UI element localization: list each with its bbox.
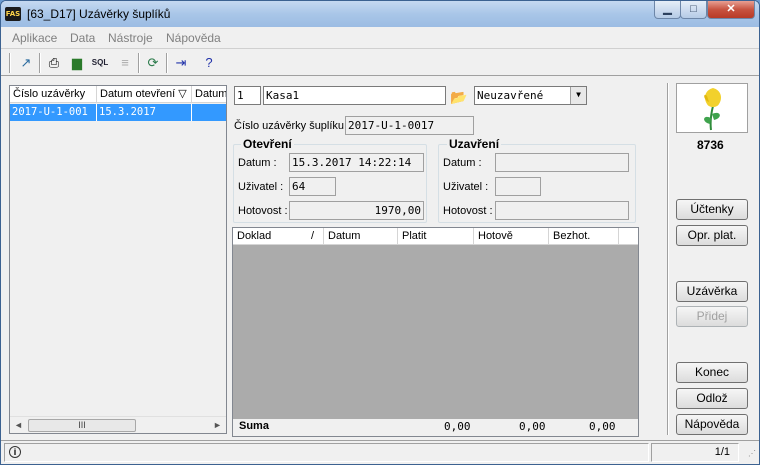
sum-label: Suma <box>239 420 269 432</box>
col-doklad[interactable]: Doklad / <box>233 228 324 245</box>
resize-grip-icon[interactable]: ⋰ <box>748 449 756 458</box>
opening-uzivatel-field[interactable]: 64 <box>289 177 336 196</box>
list-item[interactable]: 2017-U-1-001 15.3.2017 <box>10 104 226 121</box>
sum-bezhot: 0,00 <box>589 420 616 433</box>
toolbar-separator <box>39 53 41 73</box>
toolbar-separator <box>138 53 140 73</box>
col-doklad-label: Doklad <box>237 230 272 242</box>
connect-icon[interactable]: ↗ <box>16 53 36 73</box>
main-window: FAS [63_D17] Uzávěrky šuplíků ▁ □ ✕ Apli… <box>0 0 760 465</box>
scroll-right-icon[interactable]: ► <box>209 417 226 434</box>
terminal-number: 8736 <box>697 138 724 152</box>
opening-hotovost-field[interactable]: 1970,00 <box>289 201 424 220</box>
menu-aplikace[interactable]: Aplikace <box>12 31 57 45</box>
sql-icon[interactable]: SQL <box>90 53 110 73</box>
toolbar: ↗ ⎙ ▆ SQL ≡ ⟳ ⇥ ? <box>1 48 759 76</box>
sum-platit: 0,00 <box>444 420 471 433</box>
close-button[interactable]: ✕ <box>707 1 755 19</box>
help-icon[interactable]: ? <box>199 53 219 73</box>
opr-plat-button[interactable]: Opr. plat. <box>676 225 748 246</box>
menu-napoveda[interactable]: Nápověda <box>166 31 221 45</box>
kasa-name-field[interactable]: Kasa1 <box>263 86 446 105</box>
page-indicator: 1/1 <box>714 446 730 458</box>
cislo-field[interactable]: 2017-U-1-0017 <box>345 116 474 135</box>
scroll-thumb[interactable]: III <box>28 419 136 432</box>
cell-cislo: 2017-U-1-001 <box>10 104 97 121</box>
open-folder-icon[interactable]: 📂 <box>449 87 469 107</box>
col-hotove[interactable]: Hotově <box>474 228 549 245</box>
uctenky-button[interactable]: Účtenky <box>676 199 748 220</box>
exit-icon[interactable]: ⇥ <box>171 53 191 73</box>
export-icon[interactable]: ▆ <box>67 53 87 73</box>
closing-title: Uzavření <box>447 137 502 151</box>
documents-grid[interactable]: Doklad / Datum Platit Hotově Bezhot. Suma… <box>232 227 639 437</box>
status-section-page: 1/1 <box>651 443 739 462</box>
odloz-button[interactable]: Odlož <box>676 388 748 409</box>
col-datum-otevreni-label: Datum otevření <box>100 88 176 100</box>
col-datum[interactable]: Datum <box>324 228 398 245</box>
maximize-icon: □ <box>690 3 697 15</box>
closing-datum-field[interactable] <box>495 153 629 172</box>
refresh-icon[interactable]: ⟳ <box>143 53 163 73</box>
sort-desc-icon: ▽ <box>178 88 187 100</box>
closing-hotovost-label: Hotovost : <box>443 205 493 217</box>
filter-icon: ≡ <box>121 55 129 70</box>
pridej-button: Přidej <box>676 306 748 327</box>
grid-header: Doklad / Datum Platit Hotově Bezhot. <box>233 228 638 245</box>
list-header: Číslo uzávěrky Datum otevření ▽ Datum <box>10 86 226 103</box>
sort-icon: / <box>311 230 315 242</box>
opening-title: Otevření <box>241 137 294 151</box>
toolbar-grip <box>9 53 11 73</box>
opening-datum-field[interactable]: 15.3.2017 14:22:14 <box>289 153 424 172</box>
col-bezhot[interactable]: Bezhot. <box>549 228 619 245</box>
info-icon: i <box>9 446 21 458</box>
grid-footer: Suma 0,00 0,00 0,00 <box>233 419 638 436</box>
opening-uzivatel-label: Uživatel : <box>238 181 284 193</box>
closing-datum-label: Datum : <box>443 157 482 169</box>
kasa-number-field[interactable]: 1 <box>234 86 261 105</box>
uzaverka-button[interactable]: Uzávěrka <box>676 281 748 302</box>
status-bar: i 1/1 ⋰ <box>1 440 759 464</box>
cell-datum <box>192 104 226 121</box>
maximize-button[interactable]: □ <box>680 1 707 19</box>
closing-uzivatel-field[interactable] <box>495 177 541 196</box>
opening-datum-label: Datum : <box>238 157 277 169</box>
col-platit[interactable]: Platit <box>398 228 474 245</box>
flower-logo <box>676 83 748 133</box>
scroll-left-icon[interactable]: ◄ <box>10 417 27 434</box>
close-icon: ✕ <box>726 3 736 15</box>
cell-datum-otevreni: 15.3.2017 <box>97 104 192 121</box>
closing-hotovost-field[interactable] <box>495 201 629 220</box>
state-value: Neuzavřené <box>477 89 544 102</box>
sum-hotove: 0,00 <box>519 420 546 433</box>
menu-nastroje[interactable]: Nástroje <box>108 31 153 45</box>
state-select[interactable]: Neuzavřené ▼ <box>474 86 587 105</box>
status-section-info: i <box>4 443 649 462</box>
col-cislo-uzaverky[interactable]: Číslo uzávěrky <box>10 86 97 102</box>
app-icon: FAS <box>5 7 21 21</box>
vertical-divider <box>667 83 669 435</box>
print-icon[interactable]: ⎙ <box>44 53 64 73</box>
cislo-label: Číslo uzávěrky šuplíku <box>234 120 345 132</box>
window-title: [63_D17] Uzávěrky šuplíků <box>27 7 171 21</box>
closures-list[interactable]: Číslo uzávěrky Datum otevření ▽ Datum 20… <box>9 85 227 434</box>
col-datum-otevreni[interactable]: Datum otevření ▽ <box>97 86 192 102</box>
horizontal-scrollbar[interactable]: ◄ III ► <box>10 416 226 433</box>
toolbar-separator <box>166 53 168 73</box>
menu-data[interactable]: Data <box>70 31 95 45</box>
minimize-button[interactable]: ▁ <box>654 1 681 19</box>
opening-hotovost-label: Hotovost : <box>238 205 288 217</box>
napoveda-button[interactable]: Nápověda <box>676 414 748 435</box>
title-bar: FAS [63_D17] Uzávěrky šuplíků ▁ □ ✕ <box>1 1 759 27</box>
minimize-icon: ▁ <box>663 3 672 15</box>
flower-icon <box>704 88 721 131</box>
menu-bar: Aplikace Data Nástroje Nápověda <box>1 28 759 47</box>
col-datum[interactable]: Datum <box>192 86 226 102</box>
konec-button[interactable]: Konec <box>676 362 748 383</box>
closing-uzivatel-label: Uživatel : <box>443 181 489 193</box>
chevron-down-icon: ▼ <box>570 87 586 104</box>
